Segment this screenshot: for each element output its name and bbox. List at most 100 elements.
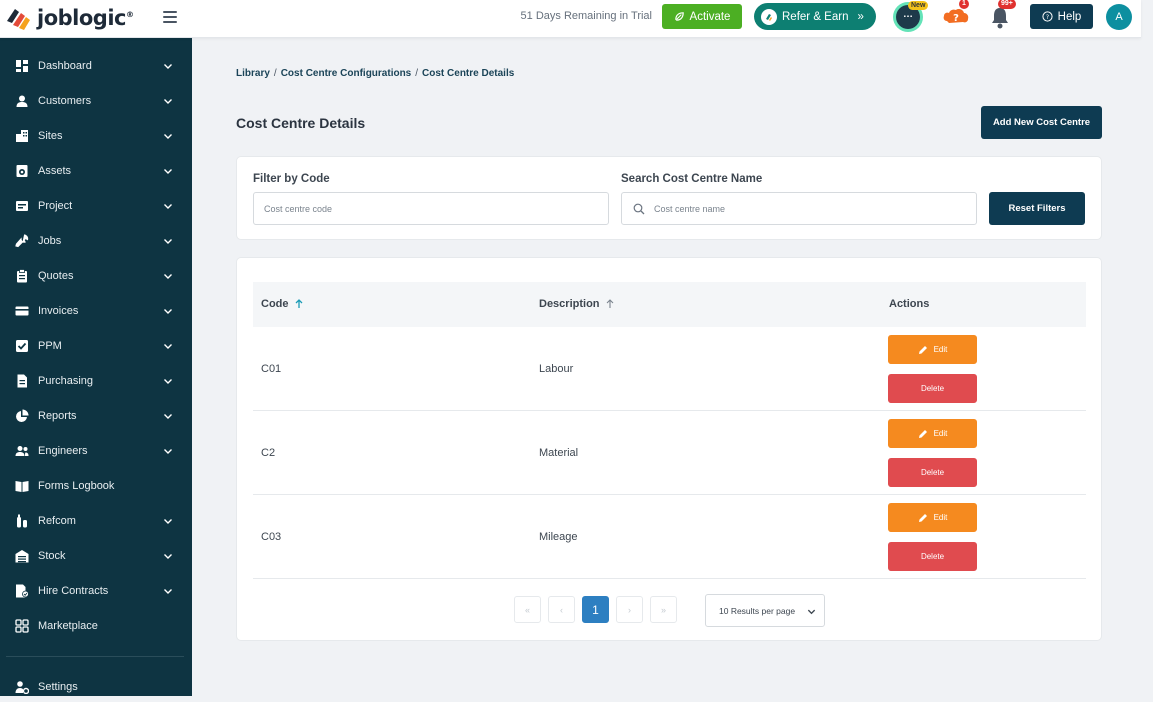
chevron-down-icon [807,609,816,615]
chevron-down-icon [164,519,172,524]
pencil-icon [918,513,927,522]
delete-button[interactable]: Delete [888,542,977,571]
delete-button[interactable]: Delete [888,374,977,403]
filter-panel: Filter by Code Search Cost Centre Name R… [236,156,1102,240]
sidebar-item-dashboard[interactable]: Dashboard [0,51,192,81]
table-row: C01 Labour Edit Delete [253,327,1086,411]
sidebar-item-refcom[interactable]: Refcom [0,506,192,536]
building-icon [16,130,28,142]
asset-icon [16,165,28,177]
edit-button[interactable]: Edit [888,419,977,448]
filter-code-label: Filter by Code [253,173,330,185]
sidebar-item-project[interactable]: Project [0,191,192,221]
cell-code: C01 [261,363,282,375]
chevron-down-icon [164,309,172,314]
dashboard-icon [16,60,28,72]
help-button[interactable]: ? Help [1030,4,1093,29]
sidebar-item-hire-contracts[interactable]: Hire Contracts [0,576,192,606]
chevron-down-icon [164,99,172,104]
new-badge: New [908,1,929,10]
sidebar-item-forms-logbook[interactable]: Forms Logbook [0,471,192,501]
cell-description: Material [539,447,579,459]
sidebar-item-invoices[interactable]: Invoices [0,296,192,326]
reset-filters-button[interactable]: Reset Filters [989,192,1085,225]
project-icon [16,201,28,211]
sidebar-item-customers[interactable]: Customers [0,86,192,116]
sidebar-item-sites[interactable]: Sites [0,121,192,151]
delete-button[interactable]: Delete [888,458,977,487]
previous-page-button[interactable]: ‹ [548,596,575,623]
sidebar-item-quotes[interactable]: Quotes [0,261,192,291]
leaf-icon [674,12,684,21]
column-header-description[interactable]: Description [539,298,614,310]
first-page-button[interactable]: « [514,596,541,623]
sidebar-item-jobs[interactable]: Jobs [0,226,192,256]
chevron-down-icon [164,379,172,384]
warehouse-icon [15,550,29,563]
chevron-down-icon [164,449,172,454]
add-cost-centre-button[interactable]: Add New Cost Centre [981,106,1102,139]
cost-centre-name-search-input[interactable] [621,192,977,225]
sidebar-item-stock[interactable]: Stock [0,541,192,571]
sidebar-item-marketplace[interactable]: Marketplace [0,611,192,641]
pie-chart-icon [16,409,29,422]
logo-mark-icon [7,9,30,30]
user-avatar[interactable]: A [1106,4,1132,30]
breadcrumb-cost-centre-configurations[interactable]: Cost Centre Configurations [281,68,412,79]
breadcrumb-library[interactable]: Library [236,68,270,79]
breadcrumb: Library / Cost Centre Configurations / Cost … [236,68,515,79]
svg-text:?: ? [953,13,959,24]
sidebar-divider [6,656,184,657]
help-bubble-icon[interactable]: ? [943,7,969,29]
logo-text: joblogic® [37,6,134,30]
last-page-button[interactable]: » [650,596,677,623]
refer-earn-button[interactable]: Refer & Earn » [754,3,876,30]
menu-toggle-icon[interactable] [163,11,177,23]
cell-description: Mileage [539,531,578,543]
cost-centre-code-input[interactable] [253,192,609,225]
double-chevron-right-icon: » [857,10,864,23]
edit-button[interactable]: Edit [888,503,977,532]
chevron-down-icon [164,64,172,69]
chevron-down-icon [164,414,172,419]
help-count-badge: 1 [959,0,969,9]
cost-centre-table: Code Description Actions C01 Labour Edit… [236,257,1102,641]
edit-button[interactable]: Edit [888,335,977,364]
chevron-down-icon [164,554,172,559]
sidebar-item-settings[interactable]: Settings [0,672,192,702]
chevron-down-icon [164,239,172,244]
breadcrumb-cost-centre-details[interactable]: Cost Centre Details [422,68,514,79]
chevron-down-icon [164,134,172,139]
sidebar-item-ppm[interactable]: PPM [0,331,192,361]
sidebar-item-purchasing[interactable]: Purchasing [0,366,192,396]
sidebar-item-engineers[interactable]: Engineers [0,436,192,466]
chevron-down-icon [164,274,172,279]
search-name-label: Search Cost Centre Name [621,173,763,185]
results-per-page-select[interactable]: 10 Results per page [705,594,825,627]
users-icon [15,446,29,456]
sort-arrow-up-icon [295,299,302,308]
grid-icon [15,619,29,633]
sidebar-item-assets[interactable]: Assets [0,156,192,186]
sidebar-item-reports[interactable]: Reports [0,401,192,431]
column-header-code[interactable]: Code [261,298,303,310]
chevron-down-icon [164,589,172,594]
chevron-down-icon [164,344,172,349]
activate-button[interactable]: Activate [662,4,742,29]
clipboard-icon [17,269,27,283]
refer-logo-icon [761,8,777,25]
top-bar: joblogic® 51 Days Remaining in Trial Act… [0,0,1141,38]
search-icon [633,203,645,215]
checkbox-icon [16,340,28,352]
page-title: Cost Centre Details [236,115,366,131]
column-header-actions: Actions [889,298,930,310]
trial-status: 51 Days Remaining in Trial [520,10,652,22]
page-1-button[interactable]: 1 [582,596,609,623]
next-page-button[interactable]: › [616,596,643,623]
sort-arrow-up-icon [606,299,613,308]
document-icon [17,374,27,388]
chevron-down-icon [164,169,172,174]
svg-text:?: ? [1045,13,1048,21]
chevron-down-icon [164,204,172,209]
joblogic-logo[interactable]: joblogic® [4,5,134,31]
